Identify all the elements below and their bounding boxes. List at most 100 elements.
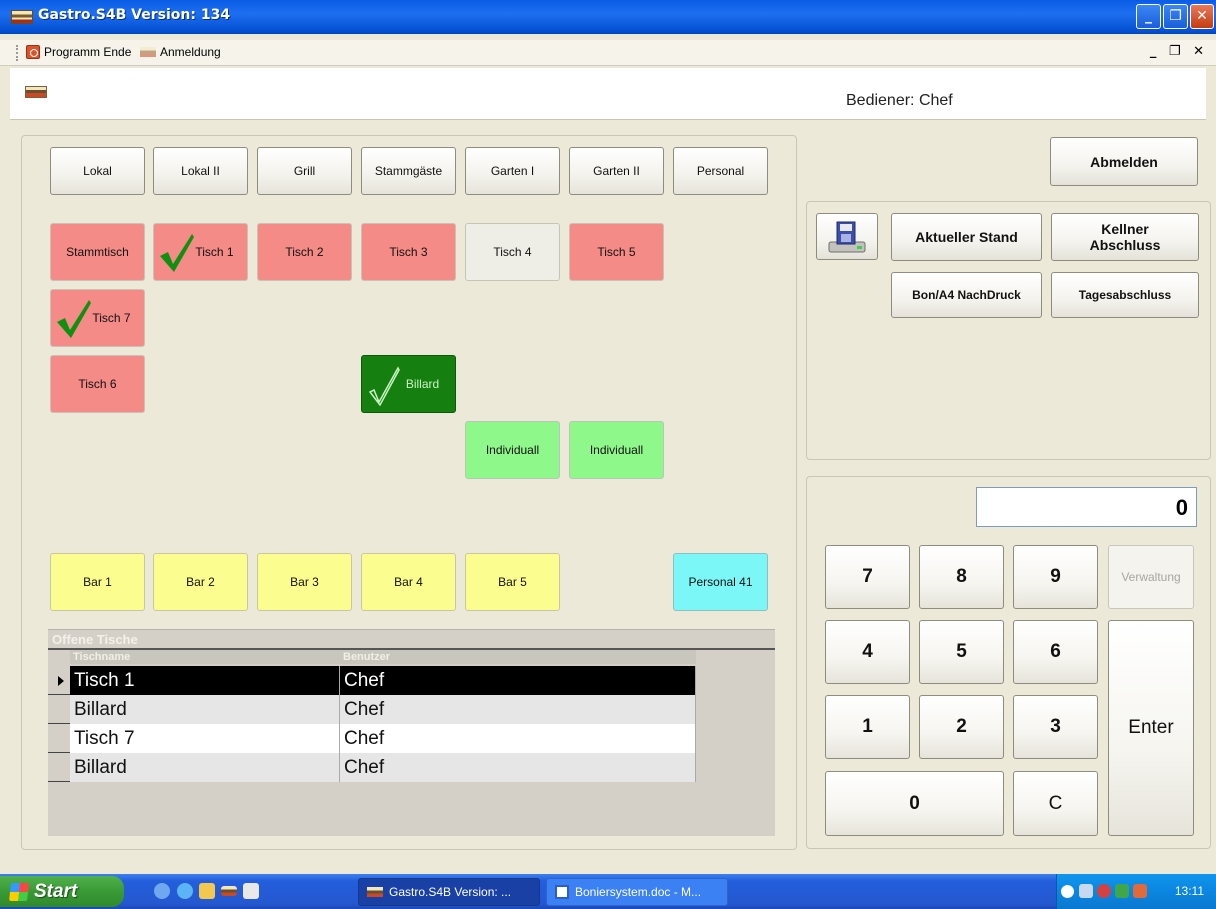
browser-quicklaunch-icon[interactable] xyxy=(154,883,170,899)
cell-benutzer[interactable]: Chef xyxy=(340,666,696,695)
table-row[interactable]: Tisch 1 Chef xyxy=(48,666,696,695)
area-button-lokal-ii[interactable]: Lokal II xyxy=(153,147,248,195)
key-1[interactable]: 1 xyxy=(825,695,910,759)
taskbar-item-label: Boniersystem.doc - M... xyxy=(575,885,702,899)
key-9[interactable]: 9 xyxy=(1013,545,1098,609)
area-button-stammgaeste[interactable]: Stammgäste xyxy=(361,147,456,195)
cell-tischname[interactable]: Tisch 7 xyxy=(70,724,340,753)
area-button-lokal[interactable]: Lokal xyxy=(50,147,145,195)
floppy-disk-icon xyxy=(828,221,866,252)
bar-button-3[interactable]: Bar 3 xyxy=(257,553,352,611)
current-status-button[interactable]: Aktueller Stand xyxy=(891,213,1042,261)
table-button-tisch-6[interactable]: Tisch 6 xyxy=(50,355,145,413)
checkmark-icon xyxy=(57,300,91,338)
admin-button[interactable]: Verwaltung xyxy=(1108,545,1194,609)
header-bar: Bediener: Chef xyxy=(10,68,1206,120)
key-4[interactable]: 4 xyxy=(825,620,910,684)
table-label: Billard xyxy=(405,377,440,391)
cell-benutzer[interactable]: Chef xyxy=(340,724,696,753)
table-button-tisch-5[interactable]: Tisch 5 xyxy=(569,223,664,281)
cell-benutzer[interactable]: Chef xyxy=(340,695,696,724)
column-header-tischname[interactable]: Tischname xyxy=(70,650,340,664)
table-row[interactable]: Tisch 7 Chef xyxy=(48,724,696,753)
bar-button-5[interactable]: Bar 5 xyxy=(465,553,560,611)
taskbar-item-label: Gastro.S4B Version: ... xyxy=(389,885,512,899)
folder-icon[interactable] xyxy=(199,883,215,899)
table-button-tisch-1[interactable]: Tisch 1 xyxy=(153,223,248,281)
table-button-individuall-2[interactable]: Individuall xyxy=(569,421,664,479)
start-button[interactable]: Start xyxy=(0,876,124,907)
table-button-stammtisch[interactable]: Stammtisch xyxy=(50,223,145,281)
windows-logo-icon xyxy=(9,882,29,901)
waiter-close-button[interactable]: Kellner Abschluss xyxy=(1051,213,1199,261)
cell-tischname[interactable]: Tisch 1 xyxy=(70,666,340,695)
tray-monitor-icon[interactable] xyxy=(1133,884,1147,898)
tray-app-icon[interactable] xyxy=(1115,884,1129,898)
daily-close-button[interactable]: Tagesabschluss xyxy=(1051,272,1199,318)
logo-icon xyxy=(25,86,47,98)
table-row[interactable]: Billard Chef xyxy=(48,695,696,724)
row-header[interactable] xyxy=(48,695,70,724)
menu-programm-ende[interactable]: Programm Ende xyxy=(26,45,131,59)
security-icon[interactable] xyxy=(1097,884,1111,898)
table-label: Tisch 1 xyxy=(195,245,234,259)
key-5[interactable]: 5 xyxy=(919,620,1004,684)
table-button-tisch-4[interactable]: Tisch 4 xyxy=(465,223,560,281)
mdi-window-controls[interactable]: _ ❐ ✕ xyxy=(1150,44,1208,59)
cell-benutzer[interactable]: Chef xyxy=(340,753,696,782)
area-button-personal[interactable]: Personal xyxy=(673,147,768,195)
key-3[interactable]: 3 xyxy=(1013,695,1098,759)
key-clear[interactable]: C xyxy=(1013,771,1098,836)
row-header[interactable] xyxy=(48,724,70,753)
bar-button-2[interactable]: Bar 2 xyxy=(153,553,248,611)
app-icon xyxy=(11,10,33,24)
table-button-tisch-3[interactable]: Tisch 3 xyxy=(361,223,456,281)
column-header-benutzer[interactable]: Benutzer xyxy=(340,650,696,664)
area-button-garten-ii[interactable]: Garten II xyxy=(569,147,664,195)
minimize-button[interactable]: _ xyxy=(1136,4,1161,29)
table-row[interactable]: Billard Chef xyxy=(48,753,696,782)
close-button[interactable]: ✕ xyxy=(1190,4,1214,29)
key-0[interactable]: 0 xyxy=(825,771,1004,836)
save-disk-button[interactable] xyxy=(816,213,878,260)
bar-button-1[interactable]: Bar 1 xyxy=(50,553,145,611)
key-2[interactable]: 2 xyxy=(919,695,1004,759)
enter-button[interactable]: Enter xyxy=(1108,620,1194,836)
amount-display[interactable]: 0 xyxy=(976,487,1197,527)
reprint-button[interactable]: Bon/A4 NachDruck xyxy=(891,272,1042,318)
taskbar-item-gastro[interactable]: Gastro.S4B Version: ... xyxy=(358,878,540,906)
internet-explorer-icon[interactable] xyxy=(177,883,193,899)
area-button-grill[interactable]: Grill xyxy=(257,147,352,195)
key-8[interactable]: 8 xyxy=(919,545,1004,609)
restore-button[interactable]: ❐ xyxy=(1163,4,1188,29)
cell-tischname[interactable]: Billard xyxy=(70,695,340,724)
menu-anmeldung[interactable]: Anmeldung xyxy=(140,45,221,59)
taskbar-item-word[interactable]: Boniersystem.doc - M... xyxy=(546,878,728,906)
personal-41-button[interactable]: Personal 41 xyxy=(673,553,768,611)
start-label: Start xyxy=(34,880,78,902)
gastro-quicklaunch-icon[interactable] xyxy=(221,886,237,896)
flag-icon xyxy=(140,47,156,57)
table-button-tisch-2[interactable]: Tisch 2 xyxy=(257,223,352,281)
area-button-garten-i[interactable]: Garten I xyxy=(465,147,560,195)
operator-label: Bediener: Chef xyxy=(846,92,953,109)
grid-header-row: Tischname Benutzer xyxy=(48,648,775,664)
table-button-tisch-7[interactable]: Tisch 7 xyxy=(50,289,145,347)
table-label: Individuall xyxy=(589,443,644,457)
key-6[interactable]: 6 xyxy=(1013,620,1098,684)
bar-button-4[interactable]: Bar 4 xyxy=(361,553,456,611)
network-icon[interactable] xyxy=(1079,884,1093,898)
logout-button[interactable]: Abmelden xyxy=(1050,137,1198,186)
cursor-tool-icon[interactable] xyxy=(243,883,259,899)
table-button-individuall-1[interactable]: Individuall xyxy=(465,421,560,479)
key-7[interactable]: 7 xyxy=(825,545,910,609)
cell-tischname[interactable]: Billard xyxy=(70,753,340,782)
tray-expand-icon[interactable] xyxy=(1061,885,1074,898)
current-row-icon xyxy=(58,676,64,686)
toolbar-grip xyxy=(16,45,19,61)
row-header[interactable] xyxy=(48,753,70,782)
table-button-billard[interactable]: Billard xyxy=(361,355,456,413)
table-label: Tisch 6 xyxy=(78,377,117,391)
row-header[interactable] xyxy=(48,666,70,695)
taskbar: Start Gastro.S4B Version: ... Boniersyst… xyxy=(0,874,1216,909)
